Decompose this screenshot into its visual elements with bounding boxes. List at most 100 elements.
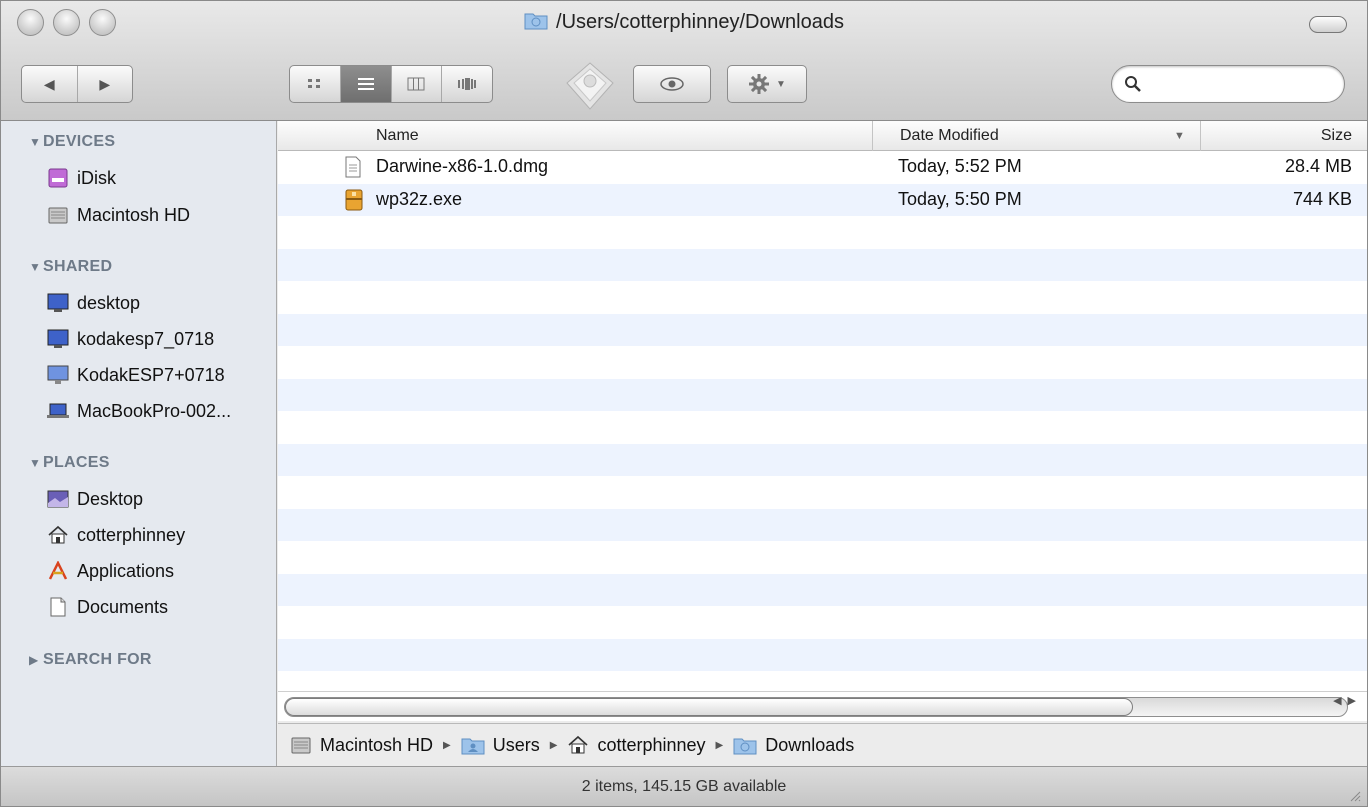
empty-row bbox=[278, 573, 1367, 606]
path-item-cotterphinney[interactable]: cotterphinney bbox=[597, 735, 705, 756]
hard-drive-icon bbox=[48, 207, 68, 224]
gear-icon bbox=[749, 74, 770, 94]
home-icon bbox=[568, 735, 589, 754]
sidebar-item-documents[interactable]: Documents bbox=[47, 593, 168, 621]
search-field[interactable] bbox=[1111, 65, 1345, 103]
empty-row bbox=[278, 671, 1367, 691]
empty-row bbox=[278, 216, 1367, 249]
folder-icon bbox=[524, 13, 548, 30]
quick-look-button[interactable] bbox=[633, 65, 711, 103]
window-title-bar: /Users/cotterphinney/Downloads bbox=[1, 11, 1367, 34]
laptop-icon bbox=[47, 403, 69, 418]
empty-row bbox=[278, 411, 1367, 444]
monitor-icon bbox=[47, 365, 69, 384]
file-size: 744 KB bbox=[1292, 188, 1352, 209]
window-title: /Users/cotterphinney/Downloads bbox=[556, 11, 844, 33]
sort-descending-icon: ▼ bbox=[1174, 130, 1185, 142]
hard-drive-icon bbox=[291, 737, 311, 754]
resize-grip-icon[interactable] bbox=[1347, 788, 1361, 802]
sidebar-item-desktop[interactable]: Desktop bbox=[47, 485, 143, 513]
path-item-users[interactable]: Users bbox=[493, 735, 540, 756]
toolbar-toggle-button[interactable] bbox=[1309, 16, 1347, 33]
icon-view-icon bbox=[307, 79, 320, 88]
scroll-thumb[interactable] bbox=[285, 698, 1133, 716]
empty-row bbox=[278, 476, 1367, 509]
list-view-button[interactable] bbox=[339, 66, 391, 102]
empty-row bbox=[278, 606, 1367, 639]
sidebar-section-search-for[interactable]: ▶ SEARCH FOR bbox=[29, 651, 152, 669]
monitor-icon bbox=[47, 329, 69, 348]
sidebar-item-cotterphinney[interactable]: cotterphinney bbox=[47, 521, 185, 549]
column-header-name[interactable]: Name bbox=[376, 127, 419, 145]
scroll-track[interactable] bbox=[284, 697, 1348, 717]
sidebar-item-applications[interactable]: Applications bbox=[47, 557, 174, 585]
column-view-button[interactable] bbox=[390, 66, 442, 102]
sidebar-item-macbookpro[interactable]: MacBookPro-002... bbox=[47, 397, 231, 425]
file-name: wp32z.exe bbox=[376, 188, 463, 209]
desktop-folder-icon bbox=[47, 490, 69, 508]
executable-icon bbox=[345, 189, 363, 210]
idisk-icon bbox=[48, 168, 68, 188]
sidebar: ▼ DEVICES iDisk Macintosh HD ▼ SHARED desk… bbox=[1, 121, 277, 766]
path-bar: Macintosh HD ▶ Users ▶ cotterphinney ▶ D… bbox=[278, 723, 1367, 766]
disclosure-right-icon: ▶ bbox=[29, 653, 39, 667]
scroll-arrows[interactable]: ◀▶ bbox=[1333, 694, 1362, 707]
eye-icon bbox=[660, 77, 684, 91]
back-arrow-icon: ◀ bbox=[43, 75, 55, 92]
column-header-date[interactable]: Date Modified bbox=[900, 127, 999, 145]
navigation-buttons: ◀ ▶ bbox=[21, 65, 133, 103]
file-size: 28.4 MB bbox=[1284, 156, 1352, 176]
file-date: Today, 5:52 PM bbox=[898, 156, 1022, 176]
sidebar-section-shared[interactable]: ▼ SHARED bbox=[29, 258, 112, 276]
status-bar: 2 items, 145.15 GB available bbox=[1, 766, 1367, 806]
file-list: Name Date Modified ▼ Size Darwine-x86-1.… bbox=[278, 121, 1367, 691]
empty-row bbox=[278, 443, 1367, 476]
sidebar-section-places[interactable]: ▼ PLACES bbox=[29, 454, 110, 472]
path-separator-icon: ▶ bbox=[715, 739, 724, 751]
home-icon bbox=[48, 525, 68, 544]
disclosure-down-icon: ▼ bbox=[29, 135, 42, 149]
search-input[interactable] bbox=[1152, 72, 1332, 96]
monitor-icon bbox=[47, 293, 69, 312]
table-row[interactable]: Darwine-x86-1.0.dmg Today, 5:52 PM 28.4 … bbox=[278, 151, 1367, 184]
column-view-icon bbox=[407, 77, 425, 91]
empty-row bbox=[278, 248, 1367, 281]
empty-row bbox=[278, 541, 1367, 574]
sidebar-section-devices[interactable]: ▼ DEVICES bbox=[29, 133, 115, 151]
finder-window: /Users/cotterphinney/Downloads ◀ ▶ ▼ ▼ D… bbox=[0, 0, 1368, 807]
sidebar-item-kodakesp7_0718[interactable]: kodakesp7_0718 bbox=[47, 325, 214, 353]
scroll-right-icon[interactable]: ▶ bbox=[1348, 695, 1362, 707]
path-separator-icon: ▶ bbox=[443, 739, 451, 751]
sidebar-item-macintosh-hd[interactable]: Macintosh HD bbox=[47, 201, 190, 229]
list-view-icon bbox=[357, 78, 374, 90]
icon-view-button[interactable] bbox=[290, 66, 340, 102]
scroll-left-icon[interactable]: ◀ bbox=[1333, 695, 1347, 707]
forward-button[interactable]: ▶ bbox=[76, 66, 133, 102]
search-icon bbox=[1125, 76, 1141, 92]
downloads-folder-icon bbox=[733, 738, 757, 754]
action-menu-button[interactable]: ▼ bbox=[727, 65, 807, 103]
file-date: Today, 5:50 PM bbox=[898, 188, 1022, 209]
sidebar-item-kodakesp7-0718[interactable]: KodakESP7+0718 bbox=[47, 361, 225, 389]
users-folder-icon bbox=[461, 738, 485, 754]
empty-row bbox=[278, 508, 1367, 541]
sidebar-item-idisk[interactable]: iDisk bbox=[47, 164, 116, 192]
table-row[interactable]: wp32z.exe Today, 5:50 PM 744 KB bbox=[278, 183, 1367, 216]
sidebar-item-desktop-share[interactable]: desktop bbox=[47, 289, 140, 317]
documents-icon bbox=[50, 597, 66, 617]
path-item-macintosh-hd[interactable]: Macintosh HD bbox=[320, 735, 433, 756]
coverflow-view-button[interactable] bbox=[441, 66, 492, 102]
column-header-size[interactable]: Size bbox=[1321, 127, 1352, 145]
file-rows: Darwine-x86-1.0.dmg Today, 5:52 PM 28.4 … bbox=[278, 151, 1367, 691]
forward-arrow-icon: ▶ bbox=[99, 75, 111, 92]
path-item-downloads[interactable]: Downloads bbox=[765, 735, 854, 756]
empty-row bbox=[278, 313, 1367, 346]
horizontal-scrollbar[interactable]: ◀▶ bbox=[278, 691, 1367, 721]
empty-row bbox=[278, 378, 1367, 411]
burn-icon[interactable] bbox=[561, 59, 619, 113]
disclosure-down-icon: ▼ bbox=[29, 456, 42, 470]
view-switcher bbox=[289, 65, 493, 103]
path-separator-icon: ▶ bbox=[549, 739, 558, 751]
empty-row bbox=[278, 346, 1367, 379]
back-button[interactable]: ◀ bbox=[22, 66, 77, 102]
